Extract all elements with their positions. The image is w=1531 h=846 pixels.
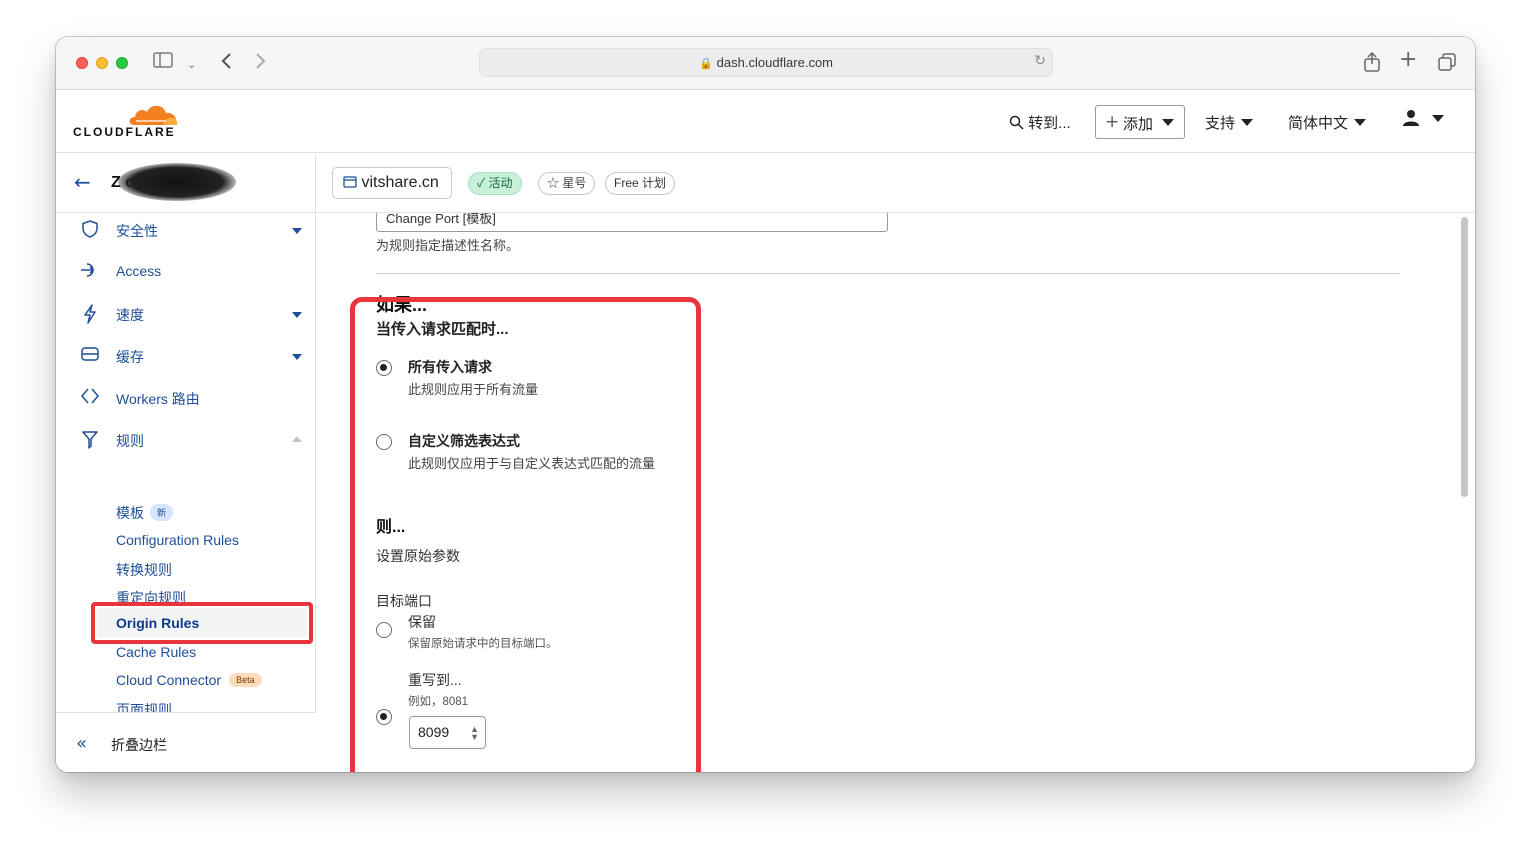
reload-icon[interactable]: ↻ (1034, 53, 1046, 69)
sidebar-toggle-icon[interactable] (153, 52, 173, 74)
app-header: CLOUDFLARE 转到... + 添加 支持 简体中文 (56, 91, 1475, 153)
zoom-window-button[interactable] (116, 57, 128, 69)
caret-down-icon (292, 312, 302, 318)
minimize-window-button[interactable] (96, 57, 108, 69)
sidebar-item-label: 速度 (116, 307, 144, 323)
sidebar-subitem-cloud-connector[interactable]: Cloud Connector Beta (116, 672, 262, 688)
caret-down-icon (1162, 119, 1174, 126)
check-icon: ✓ (477, 176, 486, 190)
shield-icon (80, 220, 100, 243)
star-icon: ☆ (547, 176, 560, 190)
user-icon (1402, 110, 1424, 131)
browser-toolbar: ⌄ 🔒 dash.cloudflare.com ↻ + (56, 37, 1475, 90)
highlight-box (350, 297, 701, 772)
back-icon[interactable] (220, 52, 232, 76)
share-icon[interactable] (1363, 51, 1381, 78)
add-label: 添加 (1123, 116, 1154, 133)
sidebar-item-rules[interactable]: 规则 (56, 426, 316, 454)
forward-icon[interactable] (255, 52, 267, 76)
sidebar-item-label: Workers 路由 (116, 391, 200, 407)
goto-label: 转到... (1028, 115, 1071, 132)
main-content: Change Port [模板] 为规则指定描述性名称。 如果... 当传入请求… (317, 213, 1475, 772)
caret-down-icon (292, 354, 302, 360)
cloudflare-logo-text: CLOUDFLARE (73, 125, 176, 139)
caret-up-icon (292, 436, 302, 442)
zone-bar: vitshare.cn ✓ 活动 ☆ 星号 Free 计划 (317, 154, 1475, 213)
workers-icon (80, 388, 100, 409)
sidebar-subitem-label: Cloud Connector (116, 672, 222, 688)
search-icon (1009, 115, 1028, 132)
sidebar-item-label: Access (116, 263, 162, 279)
tab-overview-icon[interactable] (1437, 52, 1457, 78)
sidebar-item-label: 缓存 (116, 349, 144, 365)
sidebar-item-label: 规则 (116, 433, 144, 449)
redaction-scribble (118, 163, 236, 201)
zone-domain: vitshare.cn (361, 174, 439, 191)
url-text: dash.cloudflare.com (716, 55, 834, 70)
rule-name-hint: 为规则指定描述性名称。 (376, 238, 520, 253)
back-arrow-icon[interactable]: ← (74, 170, 91, 194)
sidebar-subitem-configuration-rules[interactable]: Configuration Rules (116, 532, 239, 548)
sidebar-subitem-cache-rules[interactable]: Cache Rules (116, 644, 196, 660)
caret-down-icon (292, 228, 302, 234)
caret-down-icon (1354, 119, 1367, 126)
sidebar-item-access[interactable]: Access (56, 258, 316, 286)
chevron-down-icon[interactable]: ⌄ (187, 54, 196, 76)
new-tab-icon[interactable]: + (1399, 49, 1417, 71)
cache-icon (80, 346, 100, 367)
status-label: 活动 (488, 176, 513, 190)
lock-icon: 🔒 (698, 58, 713, 70)
plan-badge[interactable]: Free 计划 (605, 172, 676, 195)
sidebar-item-speed[interactable]: 速度 (56, 300, 316, 328)
collapse-sidebar-button[interactable]: « 折叠边栏 (56, 712, 316, 772)
bolt-icon (80, 304, 100, 329)
support-label: 支持 (1205, 115, 1236, 132)
star-button[interactable]: ☆ 星号 (538, 172, 596, 195)
star-label: 星号 (562, 176, 587, 190)
sidebar-subitem-templates[interactable]: 模板新 (116, 503, 174, 523)
status-badge: ✓ 活动 (468, 172, 522, 195)
rule-name-value: Change Port [模板] (386, 213, 496, 226)
language-label: 简体中文 (1288, 115, 1349, 132)
window-icon (343, 174, 361, 191)
new-badge: 新 (150, 504, 174, 521)
divider (376, 273, 1400, 274)
access-icon (80, 262, 100, 283)
plus-icon: + (1105, 112, 1120, 132)
add-button[interactable]: + 添加 (1095, 105, 1185, 139)
sidebar-item-workers-routes[interactable]: Workers 路由 (56, 384, 316, 412)
caret-down-icon (1241, 119, 1254, 126)
beta-badge: Beta (229, 673, 262, 687)
sidebar-item-cache[interactable]: 缓存 (56, 342, 316, 370)
scrollbar[interactable] (1461, 217, 1468, 497)
sidebar-subitem-label: Cache Rules (116, 644, 197, 660)
sidebar-subitem-label: 模板 (116, 505, 144, 521)
sidebar: ← Z om's ... 安全性 Access 速度 (56, 154, 316, 772)
goto-search[interactable]: 转到... (1009, 112, 1071, 133)
sidebar-item-security[interactable]: 安全性 (56, 216, 316, 244)
language-menu[interactable]: 简体中文 (1288, 112, 1367, 133)
browser-window: ⌄ 🔒 dash.cloudflare.com ↻ + CLOUDFLARE 转… (56, 37, 1475, 772)
rules-icon (80, 430, 100, 455)
close-window-button[interactable] (76, 57, 88, 69)
account-switcher[interactable]: ← Z om's ... (56, 154, 316, 213)
cloudflare-logo-icon[interactable] (126, 101, 180, 127)
support-menu[interactable]: 支持 (1205, 112, 1254, 133)
collapse-label: 折叠边栏 (111, 737, 167, 753)
address-bar[interactable]: 🔒 dash.cloudflare.com ↻ (479, 48, 1053, 77)
sidebar-subitem-transform-rules[interactable]: 转换规则 (116, 560, 172, 580)
highlight-box (91, 602, 313, 644)
sidebar-item-label: 安全性 (116, 223, 158, 239)
plan-label: Free 计划 (614, 176, 667, 190)
sidebar-subitem-label: 转换规则 (116, 562, 172, 578)
double-chevron-left-icon: « (76, 733, 88, 754)
sidebar-subitem-label: Configuration Rules (116, 532, 239, 548)
user-menu[interactable] (1402, 109, 1445, 131)
rule-name-input[interactable]: Change Port [模板] (376, 213, 888, 232)
zone-selector[interactable]: vitshare.cn (332, 167, 452, 199)
caret-down-icon (1432, 115, 1445, 122)
